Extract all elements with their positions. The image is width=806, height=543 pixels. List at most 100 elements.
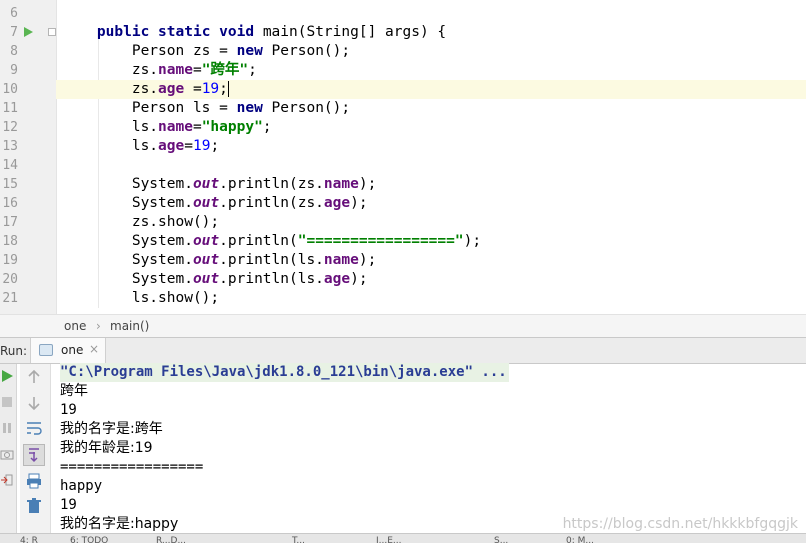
camera-icon[interactable] bbox=[0, 446, 14, 462]
arrow-down-icon[interactable] bbox=[25, 394, 43, 412]
line-number: 13 bbox=[2, 139, 18, 154]
code-token: name bbox=[158, 62, 193, 78]
code-token: System. bbox=[62, 233, 193, 249]
code-token: name bbox=[158, 119, 193, 135]
tool-window-button[interactable]: 0: M... bbox=[566, 534, 594, 543]
line-number: 9 bbox=[10, 63, 18, 78]
code-token: "=================" bbox=[297, 233, 464, 249]
application-icon bbox=[39, 344, 53, 356]
soft-wrap-icon[interactable] bbox=[25, 419, 43, 437]
code-token: ; bbox=[262, 119, 272, 135]
tool-window-button[interactable]: J...E... bbox=[376, 534, 402, 543]
line-number: 19 bbox=[2, 253, 18, 268]
code-line: ls.age=19; bbox=[56, 137, 806, 156]
code-token: age bbox=[158, 81, 185, 97]
code-line: Person ls = new Person(); bbox=[56, 99, 806, 118]
code-token: out bbox=[192, 252, 220, 268]
code-token: new bbox=[236, 43, 263, 59]
tool-window-button[interactable]: 4: R bbox=[20, 534, 38, 543]
code-token: zs.show(); bbox=[62, 214, 220, 230]
code-line: ls.show(); bbox=[56, 289, 806, 308]
tab-run-one[interactable]: one × bbox=[30, 338, 106, 363]
stop-icon[interactable] bbox=[0, 394, 14, 410]
close-icon[interactable]: × bbox=[89, 342, 99, 356]
line-number: 7 bbox=[10, 25, 18, 40]
code-token: out bbox=[192, 271, 220, 287]
code-editor[interactable]: 6 7 8 9 10 11 12 13 14 15 16 17 18 19 20 21 public stat… bbox=[0, 0, 806, 314]
run-tool-window-header: Run: one × bbox=[0, 338, 806, 364]
code-token: zs. bbox=[62, 62, 159, 78]
console-output-line: ================= bbox=[60, 459, 204, 475]
pause-icon[interactable] bbox=[0, 420, 14, 436]
console-toolbar bbox=[20, 364, 51, 533]
code-token: ls.show(); bbox=[62, 290, 220, 306]
code-token: ); bbox=[358, 176, 377, 192]
code-token: void bbox=[219, 24, 255, 40]
arrow-up-icon[interactable] bbox=[25, 368, 43, 386]
code-area[interactable]: public static void main(String[] args) {… bbox=[56, 0, 806, 314]
code-token: name bbox=[323, 176, 359, 192]
console-output-line: 19 bbox=[60, 497, 77, 513]
run-console: "C:\Program Files\Java\jdk1.8.0_121\bin\… bbox=[0, 363, 806, 533]
exit-icon[interactable] bbox=[0, 472, 14, 488]
code-token: ); bbox=[350, 195, 368, 211]
console-command-line: "C:\Program Files\Java\jdk1.8.0_121\bin\… bbox=[60, 363, 509, 382]
code-token: name bbox=[323, 252, 359, 268]
console-output-line: 我的名字是:跨年 bbox=[60, 421, 163, 437]
code-token: = bbox=[184, 81, 202, 97]
line-number: 14 bbox=[2, 158, 18, 173]
run-gutter-icon[interactable] bbox=[24, 27, 33, 37]
tool-window-button[interactable]: 6: TODO bbox=[70, 534, 108, 543]
breadcrumb-method[interactable]: main() bbox=[110, 319, 149, 333]
code-token: ); bbox=[463, 233, 482, 249]
tool-window-button[interactable]: S... bbox=[494, 534, 508, 543]
code-token: 19 bbox=[192, 138, 211, 154]
breadcrumb: one › main() bbox=[0, 314, 806, 338]
code-token: System. bbox=[62, 176, 193, 192]
code-token: .println(zs. bbox=[219, 195, 324, 211]
tool-window-bar: 4: R 6: TODO R...D... T... J...E... S... 0: M.… bbox=[0, 533, 806, 543]
fold-icon[interactable] bbox=[48, 28, 56, 36]
print-icon[interactable] bbox=[25, 472, 43, 490]
code-token: .println(zs. bbox=[219, 176, 324, 192]
code-token: 19 bbox=[201, 81, 220, 97]
code-token: age bbox=[323, 271, 351, 287]
code-line: System.out.println(ls.age); bbox=[56, 270, 806, 289]
line-number: 8 bbox=[10, 44, 18, 59]
code-line: System.out.println("================="); bbox=[56, 232, 806, 251]
breadcrumb-class[interactable]: one bbox=[64, 319, 86, 333]
rerun-icon[interactable] bbox=[0, 368, 14, 384]
line-number: 10 bbox=[2, 82, 18, 97]
code-line: Person zs = new Person(); bbox=[56, 42, 806, 61]
tool-window-button[interactable]: R...D... bbox=[156, 534, 186, 543]
line-number: 11 bbox=[2, 101, 18, 116]
scroll-to-end-icon[interactable] bbox=[23, 444, 45, 466]
trash-icon[interactable] bbox=[25, 497, 43, 515]
tab-label: one bbox=[61, 343, 84, 357]
code-token: ); bbox=[358, 252, 377, 268]
text-caret bbox=[227, 81, 229, 97]
code-token: .println( bbox=[219, 233, 298, 249]
code-line: ls.name="happy"; bbox=[56, 118, 806, 137]
code-token: out bbox=[192, 176, 220, 192]
breadcrumb-separator-icon: › bbox=[96, 319, 101, 333]
line-number: 6 bbox=[10, 6, 18, 21]
console-output-line: 跨年 bbox=[60, 383, 88, 399]
code-line: public static void main(String[] args) { bbox=[56, 23, 806, 42]
run-left-toolbar bbox=[0, 364, 17, 533]
code-token: "跨年" bbox=[201, 62, 249, 78]
code-token: static bbox=[158, 24, 211, 40]
code-token: = bbox=[184, 138, 193, 154]
code-token: .println(ls. bbox=[219, 252, 324, 268]
code-line: zs.show(); bbox=[56, 213, 806, 232]
code-line: System.out.println(zs.name); bbox=[56, 175, 806, 194]
tool-window-button[interactable]: T... bbox=[292, 534, 305, 543]
line-number-gutter: 6 7 8 9 10 11 12 13 14 15 16 17 18 19 20 21 bbox=[0, 0, 57, 314]
run-label: Run: bbox=[0, 344, 28, 358]
code-token: age bbox=[323, 195, 351, 211]
line-number: 18 bbox=[2, 234, 18, 249]
